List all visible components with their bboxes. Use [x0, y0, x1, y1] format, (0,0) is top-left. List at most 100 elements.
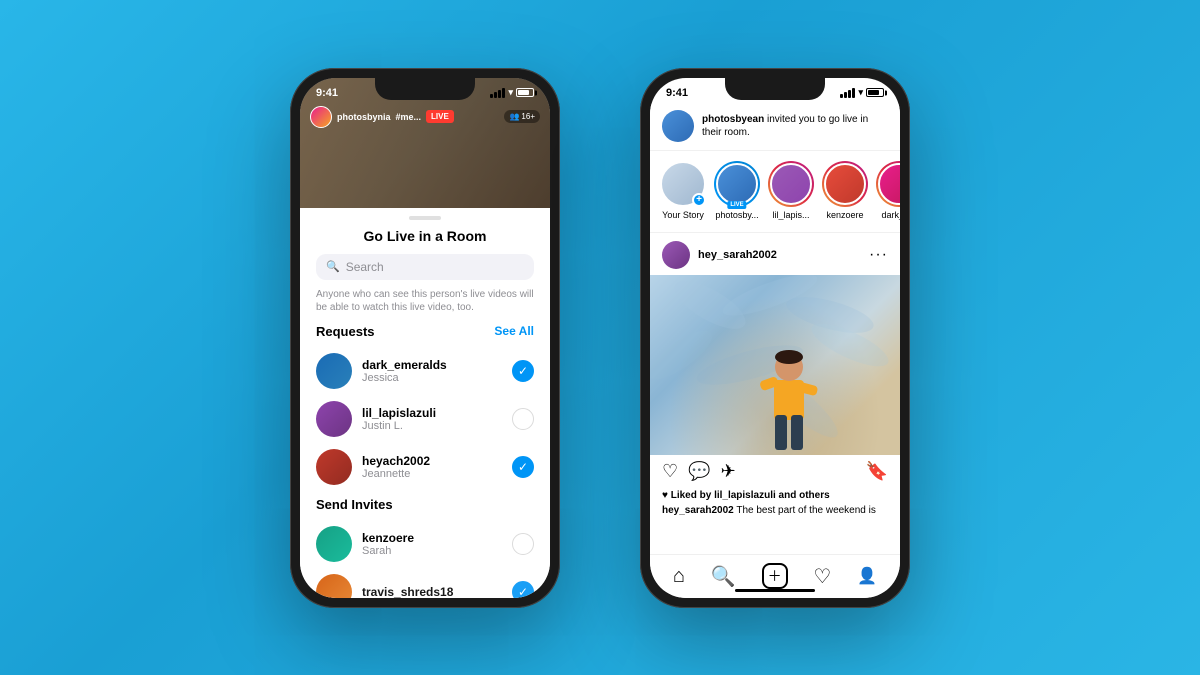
status-icons-2: ▾ [840, 87, 884, 98]
post-more-button[interactable]: ··· [869, 246, 888, 264]
send-invites-label: Send Invites [316, 497, 393, 512]
post-avatar [662, 241, 690, 269]
story-ring-kenzoere [822, 161, 868, 207]
caption-username: hey_sarah2002 [662, 505, 734, 516]
story-item-your[interactable]: + Your Story [660, 161, 706, 220]
live-background: 9:41 ▾ [300, 78, 550, 208]
battery-icon [516, 88, 534, 97]
story-item-kenzoere[interactable]: kenzoere [822, 161, 868, 220]
phone2-body: 9:41 ▾ [650, 78, 900, 598]
username-lil-lapislazuli: lil_lapislazuli [362, 406, 502, 420]
invite-item-2[interactable]: travis_shreds18 ✓ [316, 568, 534, 598]
post-caption: hey_sarah2002 The best part of the weeke… [650, 503, 900, 518]
signal-icon [490, 88, 505, 98]
story-item-dark[interactable]: dark_e... [876, 161, 900, 220]
like-button[interactable]: ♡ [662, 461, 678, 482]
phone-1: 9:41 ▾ [290, 68, 560, 608]
story-label-lil-lapis: lil_lapis... [772, 210, 809, 220]
username-kenzoere: kenzoere [362, 531, 502, 545]
person-figure [754, 345, 824, 455]
story-label-photosbyean: photosby... [715, 210, 758, 220]
user-info-kenzoere: kenzoere Sarah [362, 531, 502, 557]
user-avatar-lil-lapislazuli [316, 401, 352, 437]
time-display: 9:41 [316, 87, 338, 99]
status-icons: ▾ [490, 87, 534, 98]
request-item-3[interactable]: heyach2002 Jeannette ✓ [316, 443, 534, 491]
requests-label: Requests [316, 324, 375, 339]
notif-username: photosbyean [702, 114, 764, 125]
post-user: hey_sarah2002 [662, 241, 777, 269]
story-item-photosbyean[interactable]: photosby... [714, 161, 760, 220]
your-story-label: Your Story [662, 210, 704, 220]
bottom-nav: ⌂ 🔍 ＋ ♡ 👤 [650, 554, 900, 598]
battery-icon-2 [866, 88, 884, 97]
heart-nav-button[interactable]: ♡ [813, 564, 831, 589]
check-kenzoere[interactable] [512, 533, 534, 555]
phone-1-screen: 9:41 ▾ [300, 78, 550, 598]
user-info-lil-lapislazuli: lil_lapislazuli Justin L. [362, 406, 502, 432]
wifi-icon: ▾ [508, 87, 513, 98]
signal-icon-2 [840, 88, 855, 98]
user-avatar-heyach2002 [316, 449, 352, 485]
invites-section-header: Send Invites [316, 497, 534, 512]
check-heyach2002[interactable]: ✓ [512, 456, 534, 478]
story-label-dark: dark_e... [881, 210, 900, 220]
notification-avatar [662, 110, 694, 142]
search-icon: 🔍 [326, 260, 340, 273]
phone-2-screen: 9:41 ▾ [650, 78, 900, 598]
requests-section-header: Requests See All [316, 324, 534, 339]
wifi-icon-2: ▾ [858, 87, 863, 98]
user-info-heyach2002: heyach2002 Jeannette [362, 454, 502, 480]
live-user-info: photosbynia #me... LIVE [310, 106, 454, 128]
user-avatar-travis [316, 574, 352, 598]
check-lil-lapislazuli[interactable] [512, 408, 534, 430]
live-hashtag: #me... [396, 112, 422, 122]
story-ring-lil-lapis [768, 161, 814, 207]
phone-2: 9:41 ▾ [640, 68, 910, 608]
user-info-dark-emeralds: dark_emeralds Jessica [362, 358, 502, 384]
profile-nav-button[interactable]: 👤 [857, 566, 877, 586]
invite-item-1[interactable]: kenzoere Sarah [316, 520, 534, 568]
home-nav-button[interactable]: ⌂ [673, 565, 685, 588]
share-button[interactable]: ✈ [721, 461, 736, 482]
modal-handle [409, 216, 441, 220]
story-avatar-kenzoere [824, 163, 866, 205]
add-nav-button[interactable]: ＋ [762, 563, 788, 589]
notch-2 [725, 78, 825, 100]
post-likes: ♥ Liked by lil_lapislazuli and others [650, 488, 900, 503]
search-placeholder: Search [346, 260, 384, 274]
story-ring-dark [876, 161, 900, 207]
modal-title: Go Live in a Room [316, 228, 534, 244]
post-username: hey_sarah2002 [698, 249, 777, 261]
stories-divider [650, 232, 900, 233]
request-item-1[interactable]: dark_emeralds Jessica ✓ [316, 347, 534, 395]
check-travis[interactable]: ✓ [512, 581, 534, 598]
username-travis: travis_shreds18 [362, 585, 502, 598]
comment-button[interactable]: 💬 [688, 461, 710, 482]
post-image [650, 275, 900, 455]
search-nav-button[interactable]: 🔍 [711, 564, 736, 589]
status-bar-1: 9:41 ▾ [300, 78, 550, 104]
modal-sheet: Go Live in a Room 🔍 Search Anyone who ca… [300, 208, 550, 598]
check-dark-emeralds[interactable]: ✓ [512, 360, 534, 382]
story-item-lil-lapis[interactable]: lil_lapis... [768, 161, 814, 220]
post-header: hey_sarah2002 ··· [650, 235, 900, 275]
story-avatar-photosbyean [716, 163, 758, 205]
see-all-button[interactable]: See All [494, 324, 534, 338]
bookmark-button[interactable]: 🔖 [866, 461, 888, 482]
helper-text: Anyone who can see this person's live vi… [316, 288, 534, 314]
live-user-avatar [310, 106, 332, 128]
live-badge: LIVE [426, 110, 454, 123]
username-heyach2002: heyach2002 [362, 454, 502, 468]
requests-list: dark_emeralds Jessica ✓ lil_lapislazuli [316, 347, 534, 491]
realname-kenzoere: Sarah [362, 545, 502, 557]
story-avatar-lil-lapis [770, 163, 812, 205]
add-story-button[interactable]: + [692, 193, 706, 207]
request-item-2[interactable]: lil_lapislazuli Justin L. [316, 395, 534, 443]
live-story-ring [714, 161, 760, 207]
realname-lil-lapislazuli: Justin L. [362, 420, 502, 432]
story-avatar-dark [878, 163, 900, 205]
time-display-2: 9:41 [666, 87, 688, 99]
realname-heyach2002: Jeannette [362, 468, 502, 480]
search-box[interactable]: 🔍 Search [316, 254, 534, 280]
